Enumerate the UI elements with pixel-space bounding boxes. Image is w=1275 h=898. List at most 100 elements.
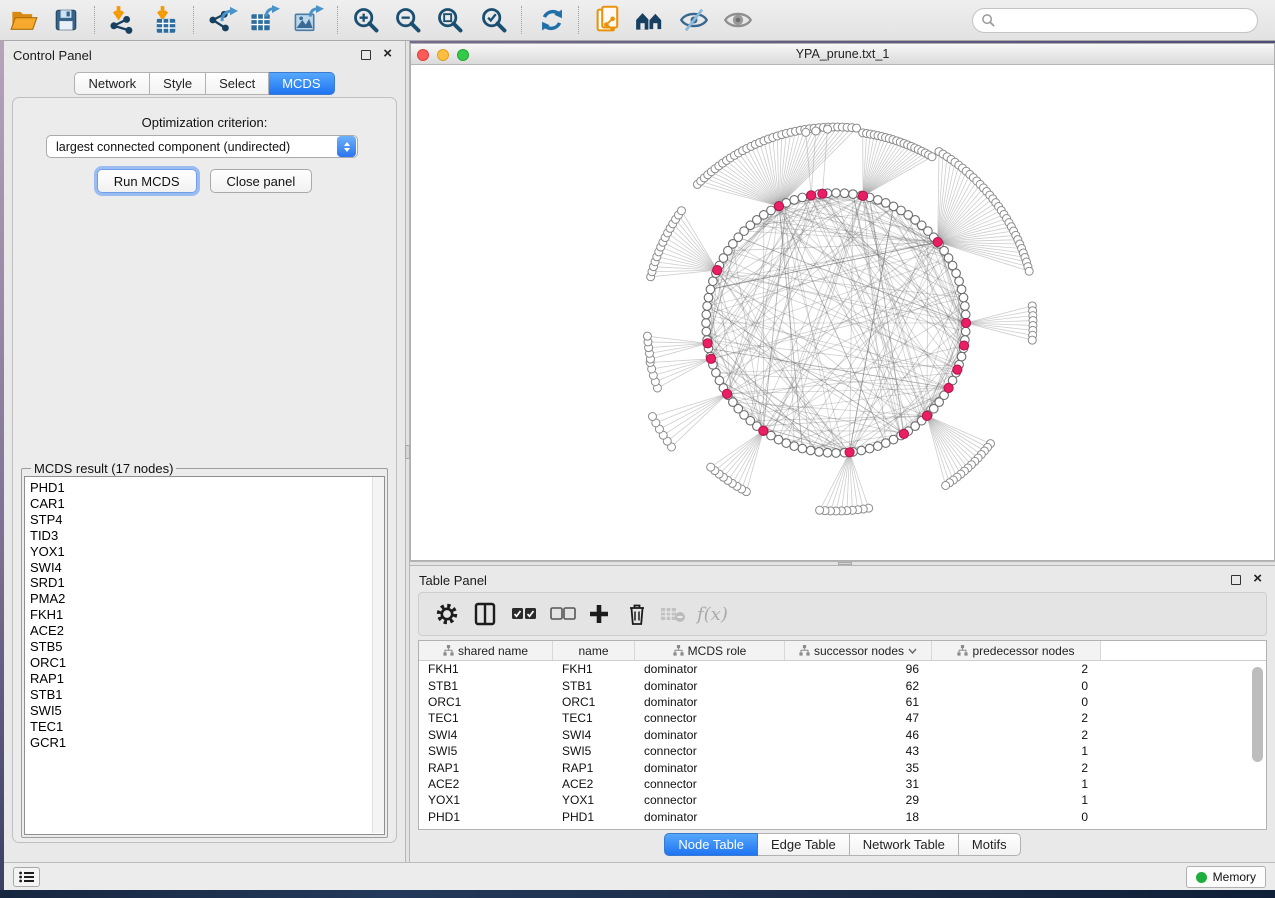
network-window-titlebar: YPA_prune.txt_1: [411, 44, 1274, 65]
mcds-result-item[interactable]: RAP1: [30, 671, 384, 687]
delete-column-button[interactable]: [626, 600, 648, 628]
table-row[interactable]: FKH1FKH1dominator962: [419, 661, 1266, 677]
export-image-button[interactable]: [292, 5, 324, 35]
network-manager-button[interactable]: [634, 5, 666, 35]
float-window-icon[interactable]: [1231, 575, 1241, 585]
mcds-result-item[interactable]: SRD1: [30, 575, 384, 591]
mcds-result-item[interactable]: TID3: [30, 528, 384, 544]
close-panel-button[interactable]: Close panel: [210, 169, 313, 193]
tab-edge-table[interactable]: Edge Table: [758, 833, 850, 856]
show-columns-button[interactable]: [473, 600, 497, 628]
mcds-result-item[interactable]: SWI5: [30, 703, 384, 719]
column-header-predecessor_nodes[interactable]: predecessor nodes: [932, 641, 1101, 660]
table-row[interactable]: ORC1ORC1dominator610: [419, 694, 1266, 710]
tab-node-table[interactable]: Node Table: [664, 833, 758, 856]
cell-mcds_role: connector: [635, 777, 785, 791]
search-input[interactable]: [996, 12, 1257, 30]
share-document-icon: [593, 5, 623, 35]
tab-network[interactable]: Network: [74, 72, 150, 95]
mcds-result-item[interactable]: STB5: [30, 639, 384, 655]
memory-button[interactable]: Memory: [1186, 866, 1266, 888]
toolbar-separator: [193, 6, 194, 34]
export-table-icon: [248, 5, 280, 35]
export-network-button[interactable]: [206, 5, 238, 35]
mcds-result-item[interactable]: FKH1: [30, 607, 384, 623]
close-panel-icon[interactable]: ×: [1253, 570, 1262, 588]
table-row[interactable]: SWI4SWI4dominator462: [419, 727, 1266, 743]
column-header-mcds_role[interactable]: MCDS role: [635, 641, 785, 660]
float-window-icon[interactable]: [361, 50, 371, 60]
show-details-button[interactable]: [722, 5, 754, 35]
table-row[interactable]: SWI5SWI5connector431: [419, 743, 1266, 759]
table-row[interactable]: PHD1PHD1dominator180: [419, 809, 1266, 825]
leaf-nodes: [643, 123, 1037, 515]
zoom-fit-button[interactable]: [434, 5, 466, 35]
export-table-button[interactable]: [248, 5, 280, 35]
hide-details-button[interactable]: [678, 5, 710, 35]
mcds-result-item[interactable]: PMA2: [30, 591, 384, 607]
attribute-type-icon: [957, 645, 968, 656]
deselect-all-button[interactable]: [550, 600, 576, 628]
result-list-scrollbar[interactable]: [372, 477, 384, 833]
cell-predecessor_nodes: 1: [932, 777, 1101, 791]
mcds-result-item[interactable]: TEC1: [30, 719, 384, 735]
table-row[interactable]: ACE2ACE2connector311: [419, 776, 1266, 792]
network-window: YPA_prune.txt_1: [410, 43, 1275, 561]
table-row[interactable]: YOX1YOX1connector291: [419, 792, 1266, 808]
export-network-icon: [206, 5, 238, 35]
import-table-button[interactable]: [150, 5, 182, 35]
mcds-tab-content: Optimization criterion: largest connecte…: [12, 97, 397, 843]
zoom-out-button[interactable]: [392, 5, 424, 35]
toolbar-separator: [94, 6, 95, 34]
table-row[interactable]: STB1STB1dominator620: [419, 677, 1266, 693]
task-history-button[interactable]: [13, 867, 40, 887]
column-header-successor_nodes[interactable]: successor nodes: [785, 641, 932, 660]
share-document-button[interactable]: [592, 5, 624, 35]
mcds-result-item[interactable]: CAR1: [30, 496, 384, 512]
tab-select[interactable]: Select: [206, 72, 269, 95]
cell-predecessor_nodes: 2: [932, 662, 1101, 676]
cell-predecessor_nodes: 2: [932, 728, 1101, 742]
tab-mcds[interactable]: MCDS: [269, 72, 334, 95]
open-file-button[interactable]: [8, 5, 40, 35]
table-settings-button[interactable]: [435, 600, 459, 628]
table-row[interactable]: RAP1RAP1dominator352: [419, 759, 1266, 775]
close-panel-icon[interactable]: ×: [383, 45, 392, 63]
splitter-handle[interactable]: [838, 562, 852, 565]
select-all-button[interactable]: [511, 600, 537, 628]
table-scrollbar[interactable]: [1252, 665, 1263, 825]
mcds-result-item[interactable]: ACE2: [30, 623, 384, 639]
cell-shared_name: SWI5: [419, 744, 553, 758]
mcds-result-item[interactable]: STB1: [30, 687, 384, 703]
refresh-button[interactable]: [536, 5, 568, 35]
import-network-icon: [107, 5, 137, 35]
scrollbar-thumb[interactable]: [1252, 667, 1263, 762]
mcds-result-item[interactable]: GCR1: [30, 735, 384, 751]
mcds-result-item[interactable]: STP4: [30, 512, 384, 528]
add-column-button[interactable]: [588, 600, 610, 628]
cell-successor_nodes: 43: [785, 744, 932, 758]
network-graph[interactable]: [411, 65, 1274, 560]
run-mcds-button[interactable]: Run MCDS: [97, 169, 197, 193]
zoom-selected-button[interactable]: [478, 5, 510, 35]
cell-name: FKH1: [553, 662, 635, 676]
tab-style[interactable]: Style: [150, 72, 206, 95]
criterion-dropdown[interactable]: largest connected component (undirected): [46, 135, 358, 158]
mcds-result-item[interactable]: YOX1: [30, 544, 384, 560]
column-header-name[interactable]: name: [553, 641, 635, 660]
mcds-result-item[interactable]: SWI4: [30, 560, 384, 576]
tab-network-table[interactable]: Network Table: [850, 833, 959, 856]
mcds-result-item[interactable]: PHD1: [30, 480, 384, 496]
import-network-button[interactable]: [106, 5, 138, 35]
import-table-icon: [151, 5, 181, 35]
table-row[interactable]: TEC1TEC1connector472: [419, 710, 1266, 726]
column-header-shared_name[interactable]: shared name: [419, 641, 553, 660]
cell-mcds_role: dominator: [635, 810, 785, 824]
network-canvas[interactable]: [411, 65, 1274, 560]
cell-shared_name: ORC1: [419, 695, 553, 709]
zoom-in-button[interactable]: [350, 5, 382, 35]
cell-name: PHD1: [553, 810, 635, 824]
mcds-result-item[interactable]: ORC1: [30, 655, 384, 671]
save-session-button[interactable]: [50, 5, 82, 35]
tab-motifs[interactable]: Motifs: [959, 833, 1021, 856]
